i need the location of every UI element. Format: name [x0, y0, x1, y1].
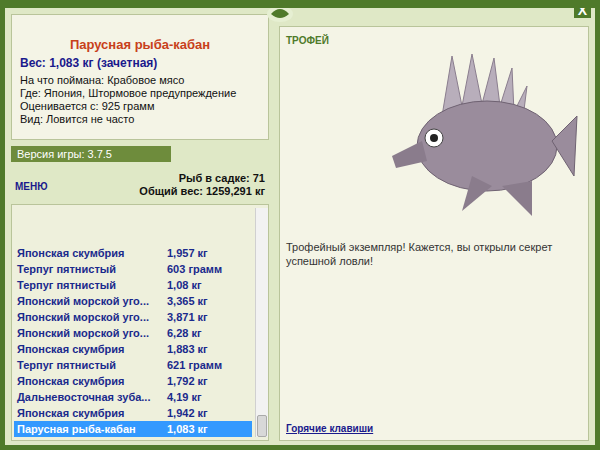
catch-row[interactable]: Терпуг пятнистый621 грамм [14, 357, 252, 373]
fish-picture [382, 46, 582, 226]
catch-name: Японский морской уго... [17, 327, 167, 339]
game-window: X Парусная рыба-кабан Вес: 1,083 кг (зачет… [0, 0, 600, 450]
catch-row[interactable]: Японская скумбрия1,883 кг [14, 341, 252, 357]
stat-line: Рыб в садке: 71 [139, 172, 265, 185]
fish-detail: На что поймана: Крабовое мясо [20, 74, 260, 87]
stats-row: МЕНЮ Рыб в садке: 71Общий вес: 1259,291 к… [11, 162, 269, 204]
catch-name: Дальневосточная зуба... [17, 391, 167, 403]
fish-info-panel: Парусная рыба-кабан Вес: 1,083 кг (зачетн… [11, 14, 269, 140]
catch-name: Парусная рыба-кабан [17, 423, 167, 435]
catch-list: Японская скумбрия1,957 кгТерпуг пятнисты… [11, 204, 269, 441]
left-column: Парусная рыба-кабан Вес: 1,083 кг (зачетн… [11, 14, 269, 441]
fish-weight: Вес: 1,083 кг (зачетная) [20, 56, 260, 70]
catch-row[interactable]: Японская скумбрия1,942 кг [14, 405, 252, 421]
catch-name: Японская скумбрия [17, 247, 167, 259]
stat-line: Общий вес: 1259,291 кг [139, 185, 265, 198]
catch-name: Японская скумбрия [17, 407, 167, 419]
catch-weight: 3,365 кг [167, 295, 249, 307]
catch-row[interactable]: Японский морской уго...3,365 кг [14, 293, 252, 309]
fish-detail: Где: Япония, Штормовое предупреждение [20, 87, 260, 100]
trophy-description: Трофейный экземпляр! Кажется, вы открыли… [286, 240, 582, 268]
catch-weight: 603 грамм [167, 263, 249, 275]
catch-row[interactable]: Японская скумбрия1,957 кг [14, 245, 252, 261]
catch-weight: 1,792 кг [167, 375, 249, 387]
catch-name: Японская скумбрия [17, 343, 167, 355]
catch-row[interactable]: Японский морской уго...3,871 кг [14, 309, 252, 325]
catch-rows: Японская скумбрия1,957 кгТерпуг пятнисты… [14, 208, 252, 437]
trophy-label: ТРОФЕЙ [286, 35, 582, 46]
catch-name: Терпуг пятнистый [17, 279, 167, 291]
catch-name: Японская скумбрия [17, 375, 167, 387]
catch-name: Японский морской уго... [17, 311, 167, 323]
catch-weight: 1,083 кг [167, 423, 249, 435]
catch-weight: 3,871 кг [167, 311, 249, 323]
catch-row[interactable]: Японская скумбрия1,792 кг [14, 373, 252, 389]
fish-logo-icon [263, 0, 297, 26]
catch-weight: 621 грамм [167, 359, 249, 371]
catch-weight: 4,19 кг [167, 391, 249, 403]
fish-image [286, 46, 582, 226]
menu-link[interactable]: МЕНЮ [15, 181, 48, 192]
scrollbar[interactable] [255, 208, 268, 437]
catch-stats: Рыб в садке: 71Общий вес: 1259,291 кг [139, 172, 265, 198]
catch-name: Японский морской уго... [17, 295, 167, 307]
catch-row[interactable]: Японский морской уго...6,28 кг [14, 325, 252, 341]
trophy-panel: ТРОФЕЙ Трофейный экземпляр! Кажется, вы о… [279, 26, 589, 441]
scroll-thumb[interactable] [257, 415, 267, 437]
close-button[interactable]: X [574, 2, 591, 18]
catch-weight: 6,28 кг [167, 327, 249, 339]
catch-weight: 1,883 кг [167, 343, 249, 355]
catch-row[interactable]: Парусная рыба-кабан1,083 кг [14, 421, 252, 437]
fish-detail: Вид: Ловится не часто [20, 113, 260, 126]
catch-row[interactable]: Дальневосточная зуба...4,19 кг [14, 389, 252, 405]
version-bar: Версия игры: 3.7.5 [11, 146, 171, 162]
catch-row[interactable]: Терпуг пятнистый1,08 кг [14, 277, 252, 293]
catch-row[interactable]: Терпуг пятнистый603 грамм [14, 261, 252, 277]
hotkeys-link[interactable]: Горячие клавиши [286, 423, 582, 434]
catch-weight: 1,957 кг [167, 247, 249, 259]
fish-detail: Оценивается с: 925 грамм [20, 100, 260, 113]
catch-name: Терпуг пятнистый [17, 263, 167, 275]
catch-weight: 1,942 кг [167, 407, 249, 419]
catch-name: Терпуг пятнистый [17, 359, 167, 371]
fish-title: Парусная рыба-кабан [20, 37, 260, 52]
catch-weight: 1,08 кг [167, 279, 249, 291]
